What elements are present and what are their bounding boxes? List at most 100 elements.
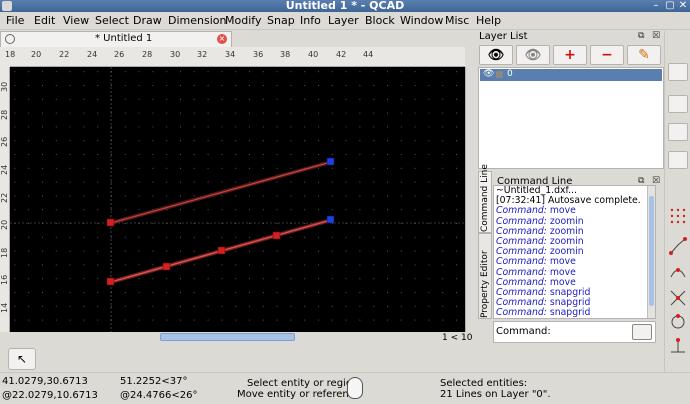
cad-entities[interactable] [106,157,335,286]
grid-dot [414,236,416,238]
maximize-button[interactable]: ▢ [664,0,676,12]
grid-dot [69,250,71,252]
grid-dot [14,278,16,280]
grid-dot [166,85,168,86]
menu-layer[interactable]: Layer [328,14,359,27]
history-scrollbar[interactable] [647,186,655,318]
endpoint-snap-icon[interactable] [669,237,687,255]
mouse-hint-right: Move entity or reference [237,389,361,400]
grid-dot [290,98,292,100]
grip-point[interactable] [106,277,115,286]
grip-point[interactable] [326,157,335,166]
grip-point[interactable] [272,231,281,240]
drawing-canvas[interactable] [10,67,465,332]
grid-dot [414,292,416,293]
layer-lock-icon[interactable] [496,71,503,78]
menu-block[interactable]: Block [365,14,395,27]
menu-select[interactable]: Select [95,14,129,27]
canvas-vertical-scrollbar[interactable] [465,67,474,332]
curve-snap-icon[interactable] [669,263,687,281]
grid-dot [373,250,375,252]
menu-dimension[interactable]: Dimension [168,14,226,27]
perpendicular-snap-icon[interactable] [669,336,687,354]
menu-info[interactable]: Info [300,14,321,27]
tab-close-icon[interactable]: × [217,34,227,44]
grid-dot [331,167,333,169]
grid-dot [55,126,57,128]
grid-dot [193,305,195,307]
grid-dot [456,278,457,280]
grid-dot [180,292,181,293]
layer-list-toggle-button[interactable] [668,63,688,81]
menu-misc[interactable]: Misc [445,14,469,27]
line-entity[interactable] [110,161,332,224]
drawing-svg[interactable] [10,67,465,332]
grid-dot [400,126,402,128]
document-tab[interactable]: * Untitled 1 × [0,31,232,47]
layer-row[interactable]: 👁 0 [480,69,662,81]
grid-dot [97,126,99,128]
grid-dot [138,167,140,169]
select-arrow-button[interactable]: ↖ [8,348,36,370]
tab-property-editor[interactable]: Property Editor [478,233,492,319]
relative-coordinates: @22.0279,10.6713 [2,390,98,401]
menu-help[interactable]: Help [476,14,501,27]
remove-layer-button[interactable]: − [590,45,624,65]
menu-modify[interactable]: Modify [225,14,261,27]
selection-title: Selected entities: [440,378,528,389]
add-layer-button[interactable]: + [553,45,587,65]
grid-dot [428,181,430,183]
grid-dot [276,167,278,169]
hide-all-layers-button[interactable]: 👁 [516,45,550,65]
menu-edit[interactable]: Edit [34,14,55,27]
grid-dot [387,292,388,293]
layer-visible-icon[interactable]: 👁 [483,69,494,79]
ruler-h-tick: 30 [170,50,181,59]
grid-dot [290,71,292,73]
layer-list[interactable]: 👁 0 [478,67,664,169]
command-options-button[interactable] [632,324,652,340]
grid-dot [290,319,292,321]
grid-dot [387,71,388,73]
grid-dot [138,305,140,307]
grid-dot [345,154,347,155]
tab-command-line[interactable]: Command Line [478,164,492,233]
grid-snap-icon[interactable] [669,207,687,225]
grid-dot [456,264,457,266]
scrollbar-thumb[interactable] [649,196,654,306]
panel-float-icon[interactable]: ⧉ [638,31,644,41]
grid-dot [331,305,333,307]
grip-point[interactable] [162,262,171,271]
grid-dot [456,126,457,128]
minimize-button[interactable]: – [650,0,662,12]
grid-dot [428,112,430,114]
menu-window[interactable]: Window [400,14,443,27]
grip-point[interactable] [106,218,115,227]
menu-draw[interactable]: Draw [133,14,162,27]
close-window-button[interactable]: ✕ [677,0,689,12]
show-all-layers-button[interactable]: 👁 [479,45,513,65]
intersection-snap-icon[interactable] [669,289,687,307]
panel-close-icon[interactable]: ☒ [652,31,660,41]
edit-layer-button[interactable]: ✎ [627,45,661,65]
scrollbar-thumb[interactable] [160,333,295,341]
menu-file[interactable]: File [6,14,24,27]
grid-dot [55,264,57,266]
grid-dot [456,319,457,321]
grid-dot [387,319,388,321]
grid-dot [428,305,430,307]
menu-snap[interactable]: Snap [267,14,295,27]
menu-view[interactable]: View [63,14,89,27]
command-input[interactable] [542,325,628,339]
grid-dot [276,140,278,142]
grip-point[interactable] [326,215,335,224]
properties-toggle-button[interactable] [668,151,688,169]
grip-point[interactable] [217,246,226,255]
grid-dot [400,319,402,321]
library-toggle-button[interactable] [668,123,688,141]
circle-snap-icon[interactable] [669,313,687,331]
grid-dot [124,154,126,155]
block-list-toggle-button[interactable] [668,95,688,113]
canvas-horizontal-scrollbar[interactable] [10,332,440,342]
grid-dot [166,112,168,114]
